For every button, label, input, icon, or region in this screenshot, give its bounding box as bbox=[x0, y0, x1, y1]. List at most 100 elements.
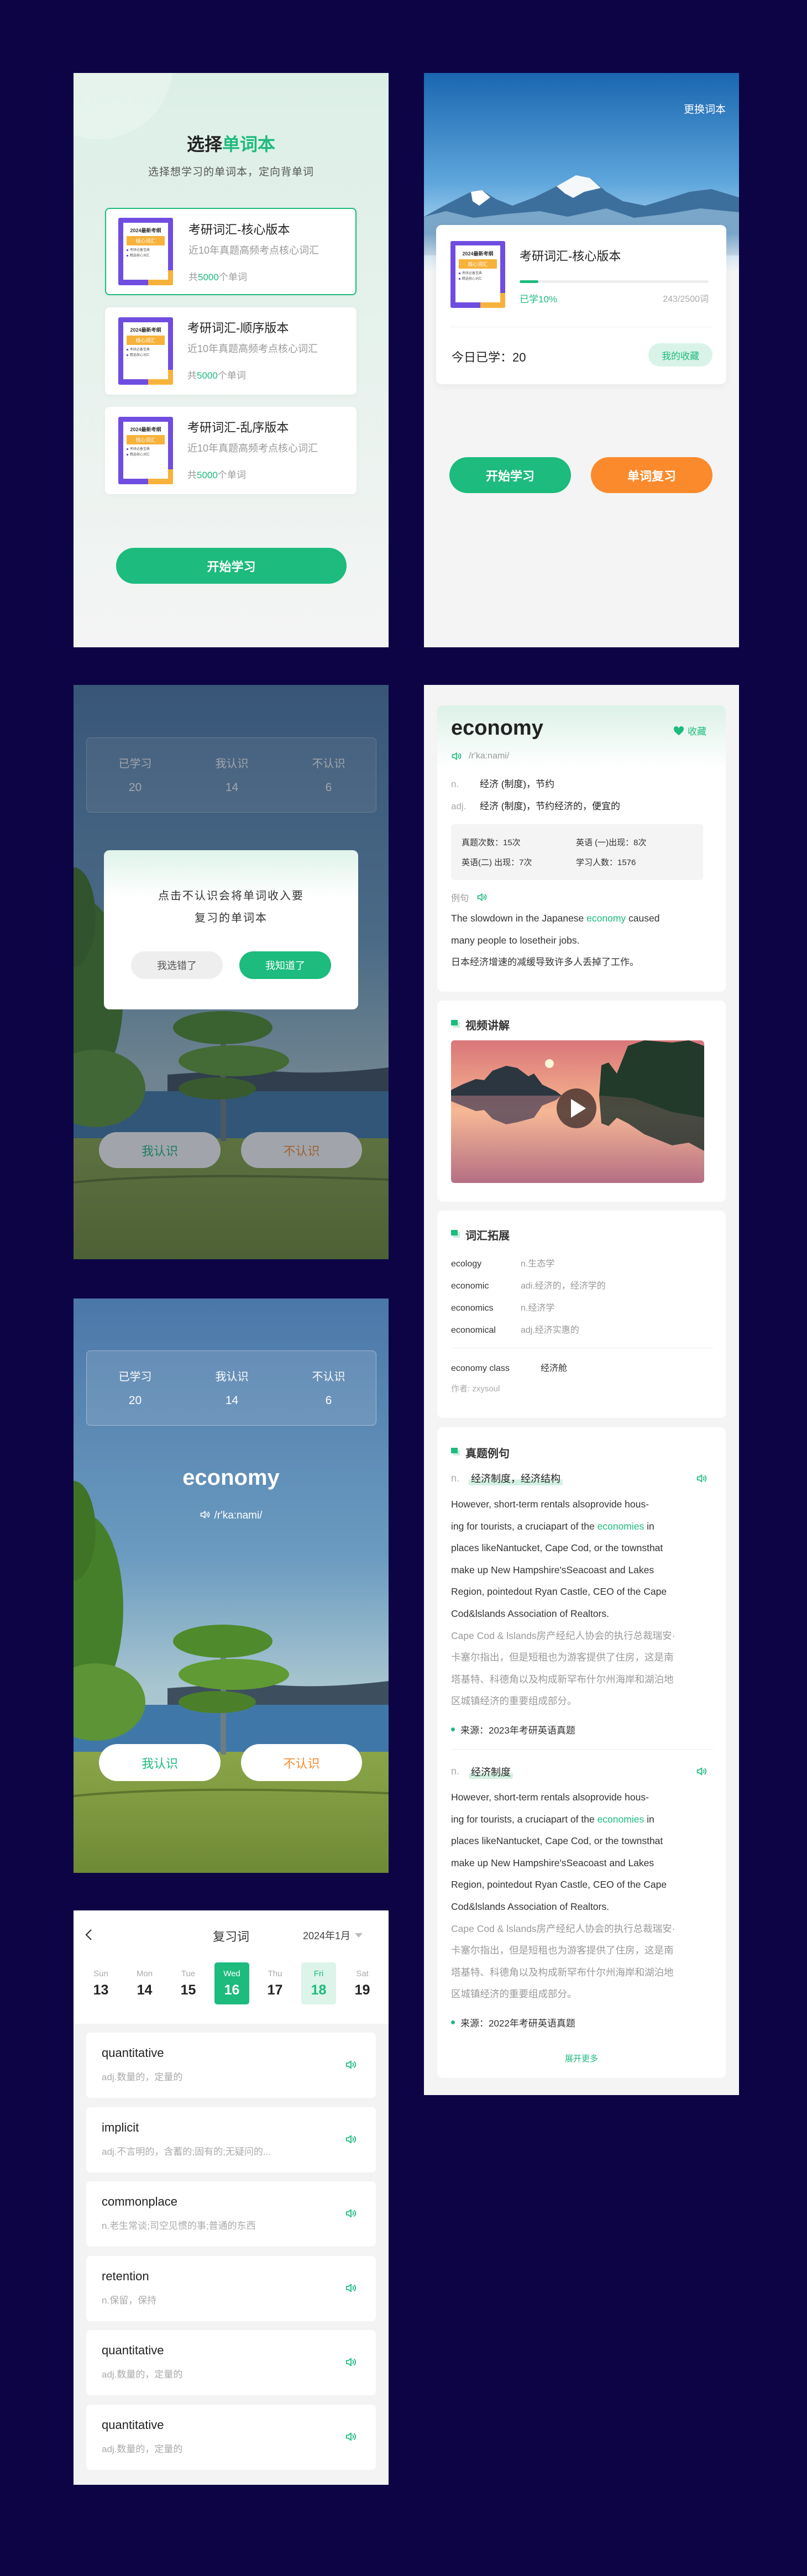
translation-line: 卡塞尔指出，但是短租也为游客提供了住房，这是南 bbox=[451, 1945, 674, 1956]
speaker-icon[interactable] bbox=[696, 1766, 708, 1777]
cover-year: 2024最新考纲 bbox=[130, 327, 161, 333]
today-label: 今日已学： bbox=[452, 350, 513, 364]
my-favorites-button[interactable]: 我的收藏 bbox=[648, 343, 712, 366]
example-translation: 日本经济增速的减缓导致许多人丢掉了工作。 bbox=[451, 957, 639, 968]
english1-count: 英语 (一)出现：8次 bbox=[576, 838, 647, 847]
source-text: 来源：2022年考研英语真题 bbox=[460, 2018, 575, 2029]
phrase-meaning: 经济舱 bbox=[541, 1364, 568, 1373]
speaker-icon[interactable] bbox=[345, 2059, 357, 2071]
speaker-icon[interactable] bbox=[345, 2356, 357, 2368]
cover-inner: 2024最新考纲 核心词汇 考研必备宝典 精选核心词汇 bbox=[123, 421, 169, 479]
unknown-label: 不认识 bbox=[312, 1371, 345, 1383]
day-tue[interactable]: Tue 15 bbox=[171, 1962, 206, 2004]
day-fri[interactable]: Fri 18 bbox=[301, 1962, 336, 2004]
english-sentence: However, short-term rentals alsoprovide … bbox=[451, 1494, 713, 1625]
day-wed[interactable]: Wed 16 bbox=[214, 1962, 249, 2004]
word: commonplace bbox=[102, 2195, 177, 2208]
bullet-dot bbox=[451, 2020, 455, 2025]
word-list-item[interactable]: quantitative adj.数量的，定量的 bbox=[86, 2033, 376, 2098]
vocab-word: economic bbox=[451, 1281, 489, 1291]
favorite-button[interactable]: 收藏 bbox=[673, 724, 706, 737]
definition-text: 经济 (制度)，节约 bbox=[480, 779, 555, 789]
word-list-item[interactable]: quantitative adj.数量的，定量的 bbox=[86, 2405, 376, 2470]
video-thumbnail[interactable] bbox=[451, 1040, 704, 1183]
exam-example-list: n. 经济制度，经济结构 However, short-term rentals a… bbox=[451, 1467, 713, 2042]
sense: 经济制度，经济结构 bbox=[469, 1471, 563, 1485]
day-sun[interactable]: Sun 13 bbox=[83, 1962, 118, 2004]
definition-text: 经济 (制度)，节约经济的，便宜的 bbox=[480, 801, 621, 811]
speaker-icon[interactable] bbox=[345, 2133, 357, 2145]
sentence-line: Cod&lslands Association of Realtors. bbox=[451, 1900, 609, 1912]
day-number: 13 bbox=[93, 1982, 109, 1998]
pos: n. bbox=[451, 779, 459, 789]
wrong-choice-button[interactable]: 我选错了 bbox=[131, 951, 223, 979]
cover-banner: 核心词汇 bbox=[126, 236, 165, 246]
day-label: Wed bbox=[223, 1969, 240, 1978]
exam-count: 真题次数：15次 bbox=[462, 838, 521, 847]
start-learning-button[interactable]: 开始学习 bbox=[116, 548, 347, 584]
word-count: 共5000个单词 bbox=[187, 368, 246, 381]
got-it-button[interactable]: 我知道了 bbox=[239, 951, 331, 979]
example-sentence: The slowdown in the Japanese economy cau… bbox=[451, 908, 659, 973]
day-mon[interactable]: Mon 14 bbox=[127, 1962, 162, 2004]
home-screen: 更换词本 2024最新考纲 核心词汇 考研必备宝典 精选核心词汇 考研词汇-核心版本 … bbox=[424, 73, 739, 647]
book-cover-image: 2024最新考纲 核心词汇 考研必备宝典 精选核心词汇 bbox=[118, 218, 173, 285]
day-number: 16 bbox=[224, 1982, 240, 1998]
speaker-icon[interactable] bbox=[345, 2431, 357, 2443]
word-count: 共5000个单词 bbox=[187, 467, 246, 481]
expand-more-link[interactable]: 展开更多 bbox=[437, 2053, 726, 2064]
vocab-row: ecology n.生态学 bbox=[451, 1256, 554, 1269]
cover-bullet: 考研必备宝典 bbox=[127, 248, 165, 253]
cover-inner: 2024最新考纲 核心词汇 考研必备宝典 精选核心词汇 bbox=[455, 245, 501, 303]
pos: adj. bbox=[451, 801, 467, 811]
count-prefix: 共 bbox=[187, 470, 197, 480]
speaker-icon[interactable] bbox=[476, 892, 488, 903]
study-dialog-screen: 已学习 20 我认识 14 不认识 6 我认识 不认识 点击不认识会将单词收入要 复习… bbox=[74, 685, 389, 1259]
cover-bullet: 精选核心词汇 bbox=[127, 353, 165, 358]
book-card[interactable]: 2024最新考纲 核心词汇 考研必备宝典 精选核心词汇 考研词汇-顺序版本 近10年真题高… bbox=[105, 307, 357, 395]
speaker-icon[interactable] bbox=[345, 2207, 357, 2219]
phrase-word: economy class bbox=[451, 1364, 510, 1373]
section-title: 真题例句 bbox=[451, 1444, 510, 1460]
start-learning-button[interactable]: 开始学习 bbox=[449, 457, 571, 493]
word-meaning: n.保留，保持 bbox=[102, 2295, 157, 2306]
word-list-item[interactable]: commonplace n.老生常谈;司空见惯的事;普通的东西 bbox=[86, 2181, 376, 2247]
sentence-line: places likeNantucket, Cape Cod, or the t… bbox=[451, 1542, 663, 1554]
change-book-link[interactable]: 更换词本 bbox=[684, 101, 726, 116]
book-desc: 近10年真题高频考点核心词汇 bbox=[187, 343, 318, 354]
translation-line: 塔基特、科德角以及构成新罕布什尔州海岸和湖泊地 bbox=[451, 1966, 674, 1978]
know-button[interactable]: 我认识 bbox=[99, 1744, 221, 1781]
known-label: 我认识 bbox=[215, 1371, 249, 1383]
learned-count: 20 bbox=[128, 1394, 142, 1407]
book-desc: 近10年真题高频考点核心词汇 bbox=[188, 245, 319, 256]
speaker-icon[interactable] bbox=[696, 1473, 708, 1484]
vocab-meaning: n.生态学 bbox=[521, 1259, 555, 1269]
day-thu[interactable]: Thu 17 bbox=[258, 1962, 292, 2004]
day-sat[interactable]: Sat 19 bbox=[345, 1962, 380, 2004]
title-plain: 选择 bbox=[186, 134, 222, 154]
example-header: 例句 bbox=[451, 891, 488, 904]
translation-line: 卡塞尔指出，但是短租也为游客提供了住房，这是南 bbox=[451, 1652, 674, 1663]
definition-row: n. 经济 (制度)，节约 bbox=[451, 776, 554, 790]
word-review-button[interactable]: 单词复习 bbox=[591, 457, 712, 493]
vocab-meaning: n.经济学 bbox=[521, 1303, 555, 1313]
cover-bullet: 考研必备宝典 bbox=[127, 347, 165, 353]
phonetic: /r'ka:nami/ bbox=[214, 1510, 263, 1521]
word-list-item[interactable]: retention n.保留，保持 bbox=[86, 2256, 376, 2321]
speaker-icon[interactable] bbox=[200, 1509, 211, 1520]
day-label: Mon bbox=[136, 1969, 153, 1978]
word-list-item[interactable]: quantitative adj.数量的，定量的 bbox=[86, 2330, 376, 2395]
word-list-item[interactable]: implicit adj.不言明的，含蓄的;固有的;无疑问的... bbox=[86, 2107, 376, 2172]
word: quantitative bbox=[102, 2343, 164, 2357]
book-card[interactable]: 2024最新考纲 核心词汇 考研必备宝典 精选核心词汇 考研词汇-乱序版本 近10年真题高… bbox=[105, 407, 357, 494]
word-title: economy bbox=[451, 716, 543, 740]
known-count: 14 bbox=[225, 1394, 239, 1407]
book-card[interactable]: 2024最新考纲 核心词汇 考研必备宝典 精选核心词汇 考研词汇-核心版本 近10年真题高… bbox=[105, 208, 357, 295]
speaker-icon[interactable] bbox=[345, 2282, 357, 2294]
month-selector[interactable]: 2024年1月 bbox=[303, 1928, 363, 1943]
speaker-icon[interactable] bbox=[451, 751, 462, 762]
month-label: 2024年1月 bbox=[303, 1930, 351, 1941]
dont-know-button[interactable]: 不认识 bbox=[241, 1744, 362, 1781]
day-label: Sat bbox=[356, 1969, 369, 1978]
decorative-circle bbox=[74, 73, 173, 139]
